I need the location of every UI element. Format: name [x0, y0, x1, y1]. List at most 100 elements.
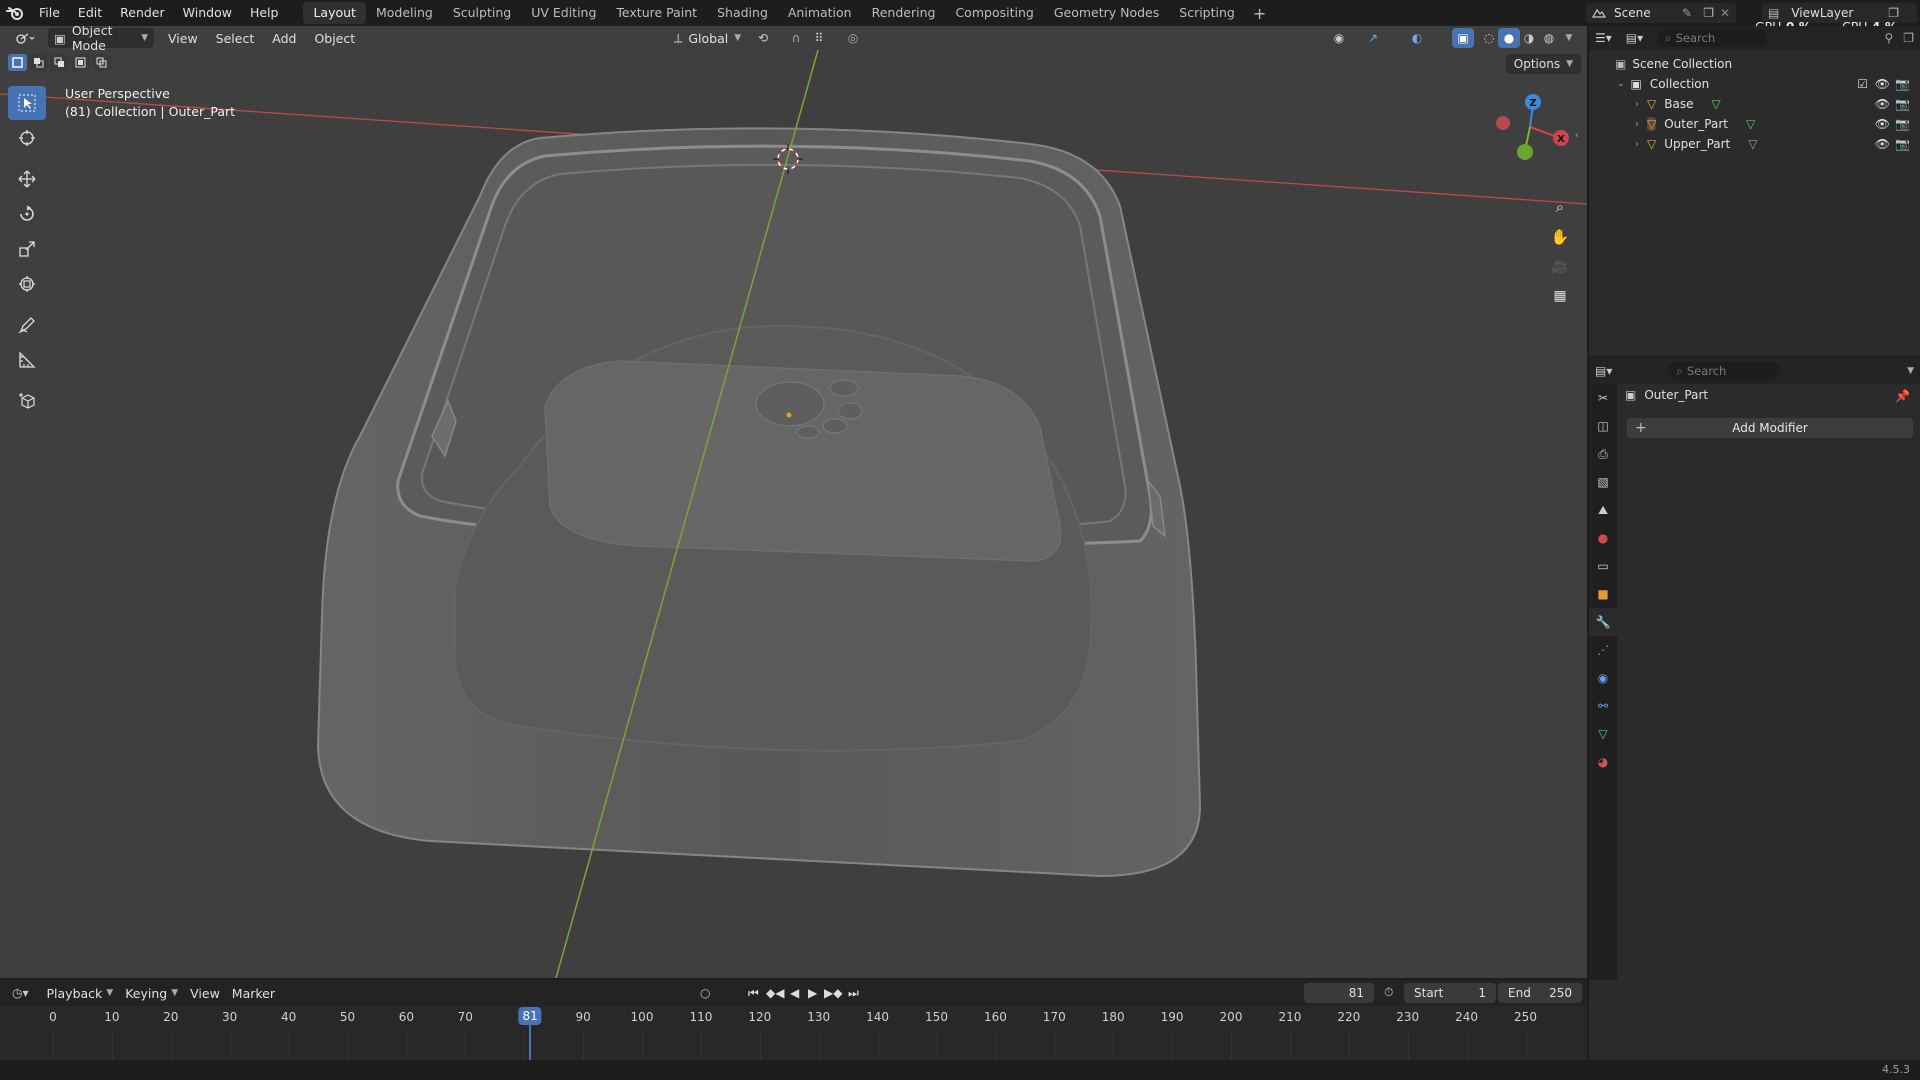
- eye-icon[interactable]: 👁: [1875, 137, 1890, 151]
- tab-uv-editing[interactable]: UV Editing: [521, 2, 606, 24]
- tab-animation[interactable]: Animation: [778, 2, 862, 24]
- 3d-viewport[interactable]: ▣ Object Mode ▼ View Select Add Object ⟂…: [0, 26, 1587, 978]
- scene-selector[interactable]: Scene ✎ ❐ ✕: [1586, 3, 1736, 23]
- tab-compositing[interactable]: Compositing: [945, 2, 1043, 24]
- tab-sculpting[interactable]: Sculpting: [443, 2, 521, 24]
- select-subtract-mode[interactable]: [50, 54, 69, 71]
- tab-world[interactable]: ●: [1589, 524, 1617, 552]
- tab-modeling[interactable]: Modeling: [366, 2, 443, 24]
- visibility-filter-button[interactable]: ◉: [1328, 28, 1350, 48]
- gizmo-toggle[interactable]: ↗: [1362, 28, 1384, 48]
- snap-target-button[interactable]: ⠿: [808, 28, 830, 48]
- tab-data[interactable]: ▽: [1589, 720, 1617, 748]
- sidebar-toggle-chevron-icon[interactable]: ‹: [1575, 130, 1579, 141]
- camera-render-icon[interactable]: 📷: [1895, 97, 1910, 111]
- wireframe-shading-button[interactable]: ◌: [1478, 28, 1500, 48]
- zoom-button[interactable]: ⌕: [1547, 194, 1573, 220]
- menu-window[interactable]: Window: [174, 0, 241, 26]
- viewport-menu-select[interactable]: Select: [210, 28, 261, 48]
- overlay-toggle[interactable]: ◐: [1406, 28, 1428, 48]
- tab-particles[interactable]: ⋰: [1589, 636, 1617, 664]
- cursor-tool[interactable]: [8, 121, 46, 155]
- playhead-frame-label[interactable]: 81: [518, 1007, 542, 1025]
- tab-scripting[interactable]: Scripting: [1169, 2, 1245, 24]
- move-tool[interactable]: [8, 162, 46, 196]
- measure-tool[interactable]: [8, 343, 46, 377]
- menu-edit[interactable]: Edit: [69, 0, 111, 26]
- select-intersect-mode[interactable]: [92, 54, 111, 71]
- annotate-tool[interactable]: [8, 308, 46, 342]
- xray-toggle[interactable]: ▣: [1452, 28, 1474, 48]
- tab-view-layer[interactable]: ▧: [1589, 468, 1617, 496]
- outliner-row-base[interactable]: › ▽ Base ▽ 👁 📷: [1589, 94, 1920, 114]
- gizmo-neg-x-handle[interactable]: [1496, 116, 1510, 130]
- blender-logo-icon[interactable]: [0, 0, 30, 26]
- viewport-menu-object[interactable]: Object: [308, 28, 361, 48]
- start-frame-field[interactable]: Start 1: [1404, 983, 1496, 1003]
- material-shading-button[interactable]: ◑: [1518, 28, 1540, 48]
- outliner-row-scene-collection[interactable]: ▣ Scene Collection: [1589, 54, 1920, 74]
- snap-toggle[interactable]: ∩: [785, 28, 807, 48]
- remove-scene-icon[interactable]: ✕: [1720, 6, 1730, 20]
- proportional-edit-toggle[interactable]: ◎: [842, 28, 864, 48]
- eye-icon[interactable]: 👁: [1875, 77, 1890, 91]
- options-dropdown[interactable]: Options ▼: [1505, 54, 1581, 74]
- tab-constraints[interactable]: ⚯: [1589, 692, 1617, 720]
- outliner-editor-icon[interactable]: ☰▾: [1595, 31, 1612, 45]
- expand-chevron-down-icon[interactable]: ⌄: [1617, 79, 1625, 89]
- select-extend-mode[interactable]: [29, 54, 48, 71]
- transform-tool[interactable]: [8, 267, 46, 301]
- pin-icon[interactable]: ✎: [1682, 6, 1692, 20]
- transform-orientation-dropdown[interactable]: ⟂ Global ▼: [668, 28, 747, 48]
- tab-layout[interactable]: Layout: [303, 2, 366, 24]
- auto-keying-toggle[interactable]: ○: [700, 986, 710, 1000]
- rotate-tool[interactable]: [8, 197, 46, 231]
- tab-texture-paint[interactable]: Texture Paint: [606, 2, 707, 24]
- outliner-row-collection[interactable]: ⌄ ▣ Collection ☑ 👁 📷: [1589, 74, 1920, 94]
- outliner-search-input[interactable]: ⌕ Search: [1657, 29, 1768, 47]
- camera-view-button[interactable]: 🎥: [1547, 254, 1573, 280]
- tab-object[interactable]: ■: [1589, 580, 1617, 608]
- play-reverse-icon[interactable]: ◀: [790, 986, 799, 1000]
- outliner-row-outer-part[interactable]: › ▽ Outer_Part ▽ 👁 📷: [1589, 114, 1920, 134]
- timeline-menu-marker[interactable]: Marker: [226, 983, 281, 1003]
- tab-collection[interactable]: ▭: [1589, 552, 1617, 580]
- tab-output[interactable]: ⎙: [1589, 440, 1617, 468]
- outliner-row-upper-part[interactable]: › ▽ Upper_Part ▽ 👁 📷: [1589, 134, 1920, 154]
- copy-layer-icon[interactable]: ❐: [1888, 6, 1899, 20]
- expand-chevron-right-icon[interactable]: ›: [1635, 139, 1639, 150]
- shading-options-dropdown[interactable]: ▼: [1558, 28, 1580, 48]
- tab-tool[interactable]: ✂: [1589, 384, 1617, 412]
- properties-search-input[interactable]: ⌕ Search: [1668, 362, 1781, 380]
- menu-file[interactable]: File: [30, 0, 69, 26]
- current-frame-field[interactable]: 81: [1304, 983, 1374, 1003]
- tab-shading[interactable]: Shading: [707, 2, 778, 24]
- viewport-menu-view[interactable]: View: [162, 28, 204, 48]
- chevron-down-icon[interactable]: ▼: [1907, 366, 1914, 376]
- expand-chevron-right-icon[interactable]: ›: [1635, 119, 1639, 130]
- eye-icon[interactable]: 👁: [1875, 97, 1890, 111]
- eye-icon[interactable]: 👁: [1875, 117, 1890, 131]
- pan-button[interactable]: ✋: [1547, 224, 1573, 250]
- menu-help[interactable]: Help: [241, 0, 288, 26]
- jump-next-keyframe-icon[interactable]: ▶◆: [824, 986, 842, 1000]
- stopwatch-icon[interactable]: ⏱: [1384, 985, 1393, 1000]
- add-workspace-button[interactable]: +: [1245, 4, 1274, 23]
- editor-type-button[interactable]: [8, 28, 42, 48]
- timeline-menu-playback[interactable]: Playback ▼: [41, 983, 120, 1003]
- camera-render-icon[interactable]: 📷: [1895, 137, 1910, 151]
- camera-render-icon[interactable]: 📷: [1895, 117, 1910, 131]
- new-collection-icon[interactable]: ❐: [1903, 31, 1914, 45]
- mode-dropdown[interactable]: ▣ Object Mode ▼: [48, 26, 154, 53]
- timeline-menu-view[interactable]: View: [184, 983, 226, 1003]
- add-modifier-button[interactable]: + Add Modifier: [1627, 418, 1913, 438]
- select-invert-mode[interactable]: [71, 54, 90, 71]
- copy-scene-icon[interactable]: ❐: [1703, 6, 1714, 20]
- pivot-point-button[interactable]: ⟲: [752, 28, 774, 48]
- jump-prev-keyframe-icon[interactable]: ◆◀: [766, 986, 784, 1000]
- display-mode-icon[interactable]: ▤▾: [1626, 31, 1643, 45]
- camera-render-icon[interactable]: 📷: [1895, 77, 1910, 91]
- exclude-checkbox-icon[interactable]: ☑: [1857, 77, 1868, 91]
- frame-ruler[interactable]: 0 10 20 30 40 50 60 70 90 100 110 120 130 140 150 160 17…: [0, 1006, 1587, 1060]
- select-new-mode[interactable]: [8, 54, 27, 71]
